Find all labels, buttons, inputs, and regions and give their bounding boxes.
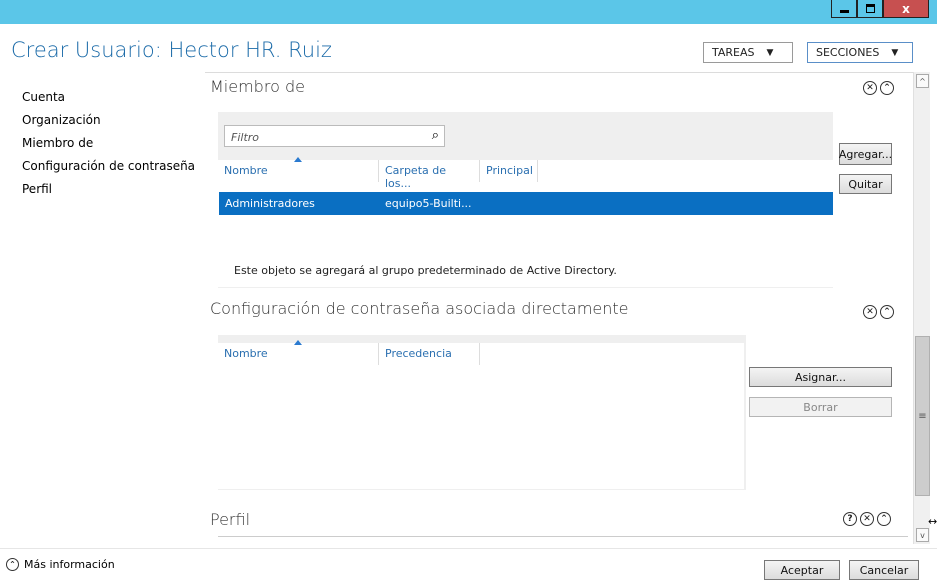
- sections-dropdown[interactable]: SECCIONES ▼: [807, 42, 913, 63]
- minimize-icon: [839, 10, 849, 13]
- sidebar-nav: Cuenta Organización Miembro de Configura…: [22, 86, 195, 201]
- close-section-icon[interactable]: ✕: [860, 512, 874, 526]
- ok-button[interactable]: Aceptar: [764, 560, 840, 580]
- column-header-principal[interactable]: Principal: [480, 160, 538, 182]
- dialog-footer: ⌃ Más información Aceptar Cancelar: [0, 548, 937, 583]
- sidebar-item-configuracion-contrasena[interactable]: Configuración de contraseña: [22, 155, 195, 178]
- page-title: Crear Usuario: Hector HR. Ruiz: [11, 38, 332, 62]
- chevron-down-icon: ▼: [766, 47, 774, 58]
- grip-icon: ≡: [918, 410, 927, 422]
- scroll-down-button[interactable]: v: [916, 528, 929, 542]
- scroll-up-button[interactable]: ^: [916, 74, 929, 88]
- search-icon[interactable]: ⌕: [432, 128, 439, 143]
- sidebar-item-cuenta[interactable]: Cuenta: [22, 86, 195, 109]
- row-folder: equipo5-Builti...: [385, 197, 472, 210]
- window-controls: x: [831, 0, 929, 18]
- vertical-scrollbar[interactable]: ^ ≡ v: [913, 72, 930, 544]
- profile-section-controls: ? ✕ ⌃: [843, 512, 891, 526]
- more-info-link[interactable]: ⌃ Más información: [6, 558, 115, 571]
- column-header-precedencia[interactable]: Precedencia: [379, 343, 480, 365]
- column-header-label: Nombre: [224, 164, 268, 177]
- member-of-section-controls: ✕ ⌃: [863, 81, 894, 95]
- sections-dropdown-label: SECCIONES: [816, 46, 880, 59]
- chevron-up-icon: ⌃: [6, 558, 19, 571]
- filter-placeholder: Filtro: [231, 131, 260, 144]
- sidebar-item-miembro-de[interactable]: Miembro de: [22, 132, 195, 155]
- column-header-nombre[interactable]: Nombre: [218, 157, 379, 182]
- sidebar-item-organizacion[interactable]: Organización: [22, 109, 195, 132]
- profile-section-title: Perfil: [210, 510, 251, 529]
- column-header-label: Nombre: [224, 347, 268, 360]
- sort-ascending-icon: [294, 157, 302, 162]
- collapse-section-icon[interactable]: ⌃: [877, 512, 891, 526]
- close-section-icon[interactable]: ✕: [863, 305, 877, 319]
- resize-icon[interactable]: ↔: [928, 515, 937, 528]
- member-of-section-title: Miembro de: [210, 77, 305, 96]
- remove-group-button[interactable]: Quitar: [839, 174, 892, 194]
- minimize-button[interactable]: [831, 0, 857, 18]
- window-titlebar: x: [0, 0, 937, 24]
- add-group-button[interactable]: Agregar...: [839, 143, 892, 165]
- password-settings-section-title: Configuración de contraseña asociada dir…: [210, 299, 629, 318]
- help-icon[interactable]: ?: [843, 512, 857, 526]
- collapse-section-icon[interactable]: ⌃: [880, 81, 894, 95]
- maximize-icon: [865, 4, 875, 13]
- clear-button: Borrar: [749, 397, 892, 417]
- tasks-dropdown[interactable]: TAREAS ▼: [703, 42, 793, 63]
- profile-section-preview: [218, 536, 908, 544]
- close-window-button[interactable]: x: [883, 0, 929, 18]
- scroll-thumb[interactable]: ≡: [915, 336, 930, 496]
- collapse-section-icon[interactable]: ⌃: [880, 305, 894, 319]
- tasks-dropdown-label: TAREAS: [712, 46, 755, 59]
- close-section-icon[interactable]: ✕: [863, 81, 877, 95]
- sort-ascending-icon: [294, 340, 302, 345]
- table-row[interactable]: Administradores equipo5-Builti...: [219, 192, 833, 215]
- row-name: Administradores: [225, 197, 315, 210]
- more-info-label: Más información: [24, 558, 115, 571]
- maximize-button[interactable]: [857, 0, 883, 18]
- chevron-down-icon: ▼: [891, 47, 899, 58]
- password-settings-section-controls: ✕ ⌃: [863, 305, 894, 319]
- assign-button[interactable]: Asignar...: [749, 367, 892, 387]
- cancel-button[interactable]: Cancelar: [849, 560, 919, 580]
- password-settings-grid: Nombre Precedencia: [218, 340, 744, 489]
- column-header-nombre[interactable]: Nombre: [218, 340, 379, 365]
- sidebar-item-perfil[interactable]: Perfil: [22, 178, 195, 201]
- default-group-info: Este objeto se agregará al grupo predete…: [234, 264, 617, 277]
- column-header-carpeta[interactable]: Carpeta de los...: [379, 160, 480, 190]
- filter-input[interactable]: Filtro ⌕: [224, 125, 445, 147]
